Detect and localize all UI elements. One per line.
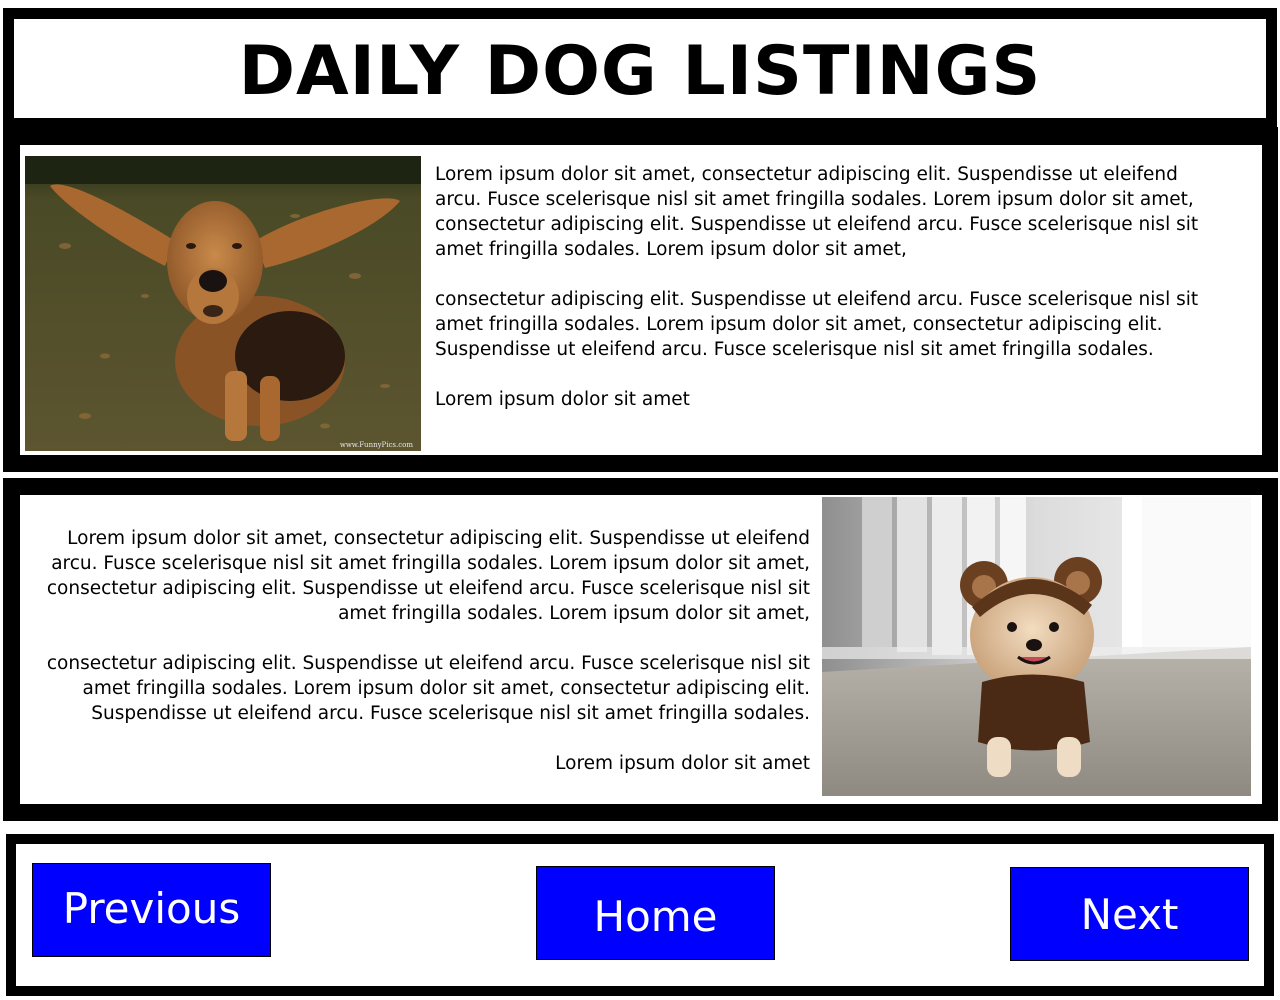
description-paragraph: Lorem ipsum dolor sit amet, consectetur … [435, 164, 1199, 260]
listing-content: www.FunnyPics.com Lorem ipsum dolor sit … [20, 145, 1262, 455]
bloodhound-photo: www.FunnyPics.com [25, 156, 421, 451]
page-title: DAILY DOG LISTINGS [238, 31, 1042, 111]
description-paragraph: consectetur adipiscing elit. Suspendisse… [46, 653, 810, 724]
next-button[interactable]: Next [1010, 867, 1249, 961]
pomeranian-photo [822, 497, 1251, 796]
description-paragraph: Lorem ipsum dolor sit amet, consectetur … [46, 528, 810, 624]
listing-description: Lorem ipsum dolor sit amet, consectetur … [40, 526, 810, 776]
header-frame: DAILY DOG LISTINGS [3, 8, 1277, 129]
listing-card: www.FunnyPics.com Lorem ipsum dolor sit … [3, 127, 1278, 472]
header-banner: DAILY DOG LISTINGS [14, 19, 1266, 118]
description-paragraph: Lorem ipsum dolor sit amet [435, 389, 690, 410]
listing-card: Lorem ipsum dolor sit amet, consectetur … [3, 478, 1278, 821]
description-paragraph: consectetur adipiscing elit. Suspendisse… [435, 289, 1199, 360]
description-paragraph: Lorem ipsum dolor sit amet [555, 753, 810, 774]
photo-watermark: www.FunnyPics.com [340, 441, 414, 449]
navigation-panel: Previous Home Next [16, 844, 1264, 986]
previous-button[interactable]: Previous [32, 863, 271, 957]
navigation-bar: Previous Home Next [6, 834, 1274, 996]
listing-description: Lorem ipsum dolor sit amet, consectetur … [435, 162, 1215, 412]
home-button[interactable]: Home [536, 866, 775, 960]
listing-content: Lorem ipsum dolor sit amet, consectetur … [20, 495, 1262, 804]
